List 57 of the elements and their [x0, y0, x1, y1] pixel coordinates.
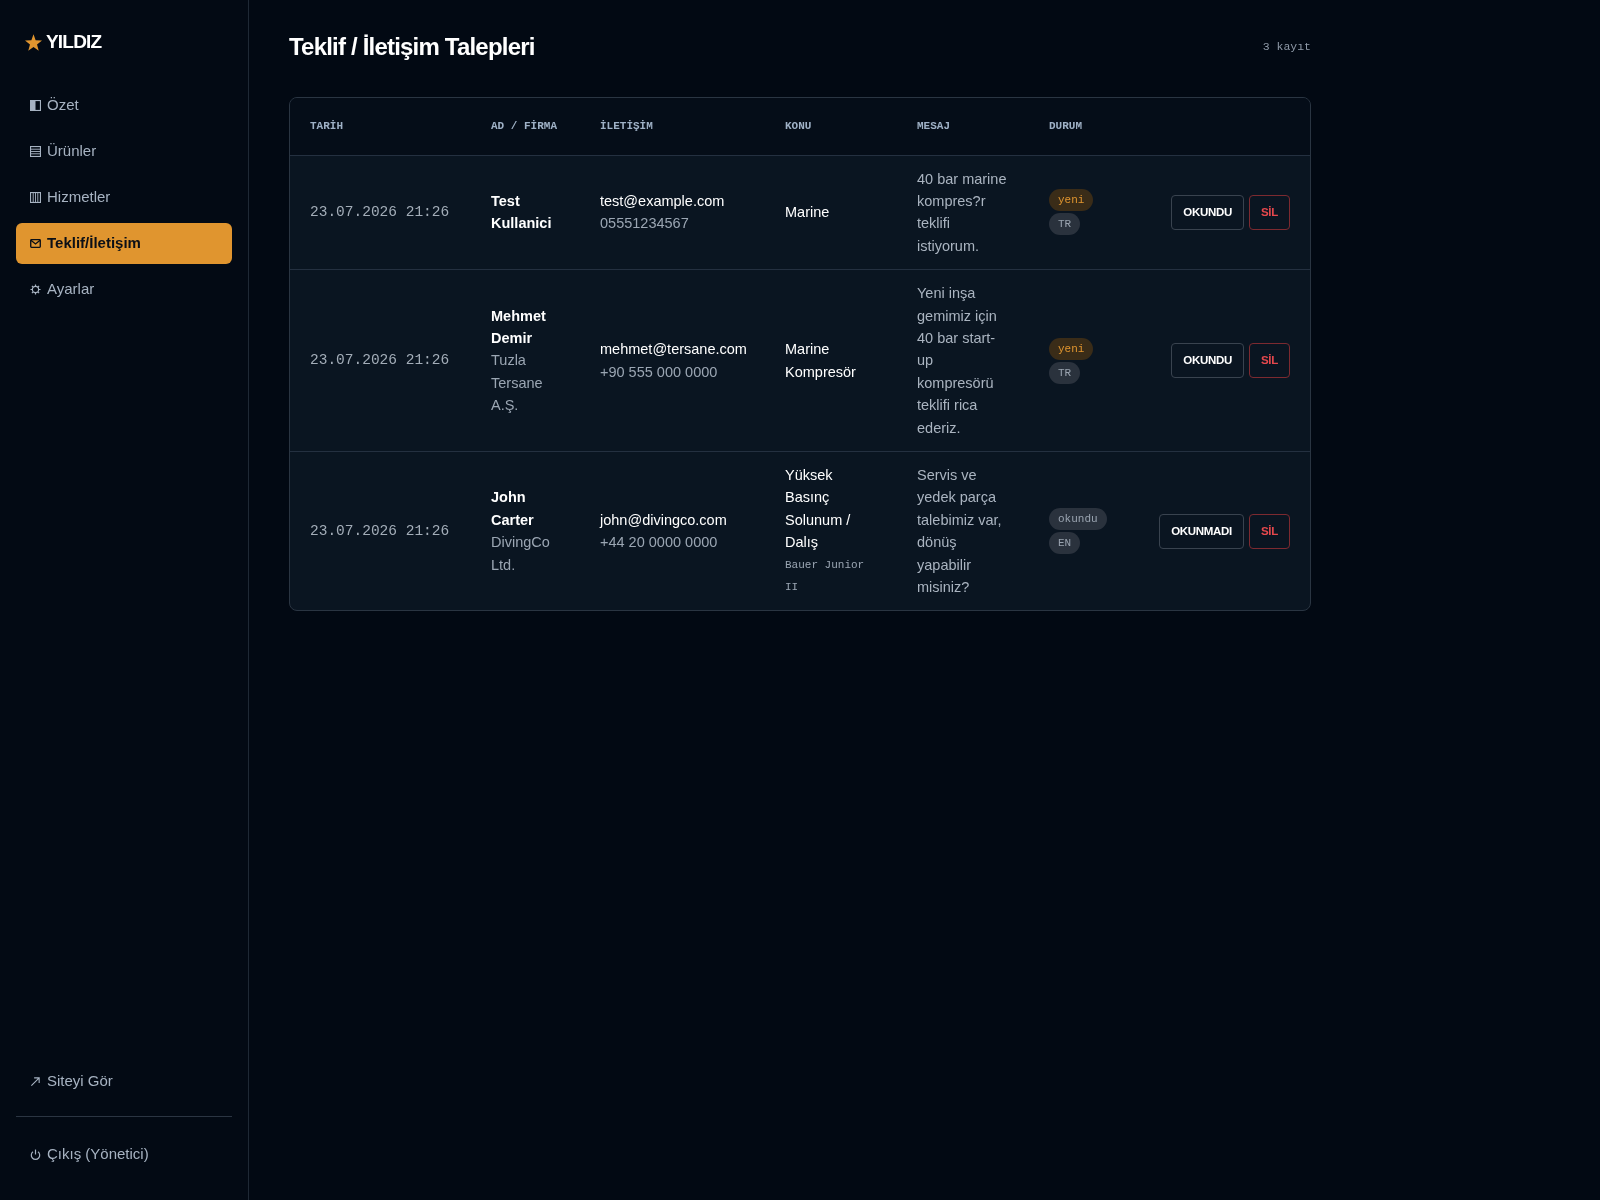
power-icon [30, 1149, 41, 1160]
toggle-read-button[interactable]: OKUNMADI [1159, 513, 1244, 549]
company-name: Tuzla Tersane A.Ş. [491, 351, 544, 416]
phone-number: +90 555 000 0000 [600, 362, 719, 382]
status-badge: okundu [1049, 508, 1107, 531]
email-address: mehmet@tersane.com [600, 340, 745, 360]
request-date: 23.07.2026 21:26 [290, 155, 471, 270]
nav-item[interactable]: Teklif/İletişim [16, 223, 232, 264]
nav-item[interactable]: Özet [16, 85, 232, 126]
toggle-read-button[interactable]: OKUNDU [1171, 194, 1244, 230]
nav-item[interactable]: Hizmetler [16, 177, 232, 218]
message-text: Yeni inşa gemimiz için 40 bar start-up kompresörü teklifi rica ederiz. [917, 284, 998, 438]
half-square-icon [30, 100, 41, 111]
column-header: AD / FİRMA [471, 98, 580, 155]
language-badge: TR [1049, 213, 1081, 236]
phone-number: +44 20 0000 0000 [600, 533, 719, 553]
column-header: KONU [765, 98, 897, 155]
message-text: Servis ve yedek parça talebimiz var, dönüş yapabilir misiniz? [917, 465, 1003, 597]
language-badge: TR [1049, 361, 1081, 384]
language-badge: EN [1049, 532, 1081, 555]
page-title: Teklif / İletişim Talepleri [289, 32, 535, 62]
delete-button[interactable]: SİL [1249, 194, 1290, 230]
email-address: john@divingco.com [600, 510, 728, 530]
contact-name: Test Kullanici [491, 191, 553, 234]
contact-name: Mehmet Demir [491, 306, 547, 348]
product-name: Bauer Junior II [785, 557, 866, 595]
delete-button[interactable]: SİL [1249, 343, 1290, 379]
settings-icon [30, 284, 41, 295]
nav-item[interactable]: Ürünler [16, 131, 232, 172]
toggle-read-button[interactable]: OKUNDU [1171, 343, 1244, 379]
email-address: test@example.com [600, 191, 726, 211]
delete-button[interactable]: SİL [1249, 513, 1290, 549]
status-badge: yeni [1049, 189, 1094, 212]
nav-item[interactable]: Siteyi Gör [16, 1061, 232, 1102]
nav-item[interactable]: Çıkış (Yönetici) [16, 1134, 232, 1175]
company-name: DivingCo Ltd. [491, 533, 551, 575]
message-text: 40 bar marine kompres?r teklifi istiyorum. [917, 169, 1008, 256]
columns-icon [30, 192, 41, 203]
subject-text: Marine [785, 203, 831, 223]
record-count: 3 kayıt [1262, 39, 1311, 56]
nav-item[interactable]: Ayarlar [16, 269, 232, 310]
arrow-icon [30, 1076, 41, 1087]
logo-text: YILDIZ [46, 30, 102, 55]
column-header: TARİH [290, 98, 471, 155]
phone-number: 05551234567 [600, 214, 690, 234]
column-header: İLETİŞİM [580, 98, 765, 155]
request-date: 23.07.2026 21:26 [290, 269, 471, 452]
contact-name: John Carter [491, 488, 535, 530]
column-header: DURUM [1029, 98, 1152, 155]
subject-text: Yüksek Basınç Solunum / Dalış [785, 465, 852, 553]
column-header: MESAJ [897, 98, 1029, 155]
star-icon [25, 34, 42, 51]
list-icon [30, 146, 41, 157]
envelope-icon [30, 238, 41, 249]
request-date: 23.07.2026 21:26 [290, 451, 471, 611]
status-badge: yeni [1049, 337, 1094, 360]
subject-text: Marine Kompresör [785, 340, 857, 382]
